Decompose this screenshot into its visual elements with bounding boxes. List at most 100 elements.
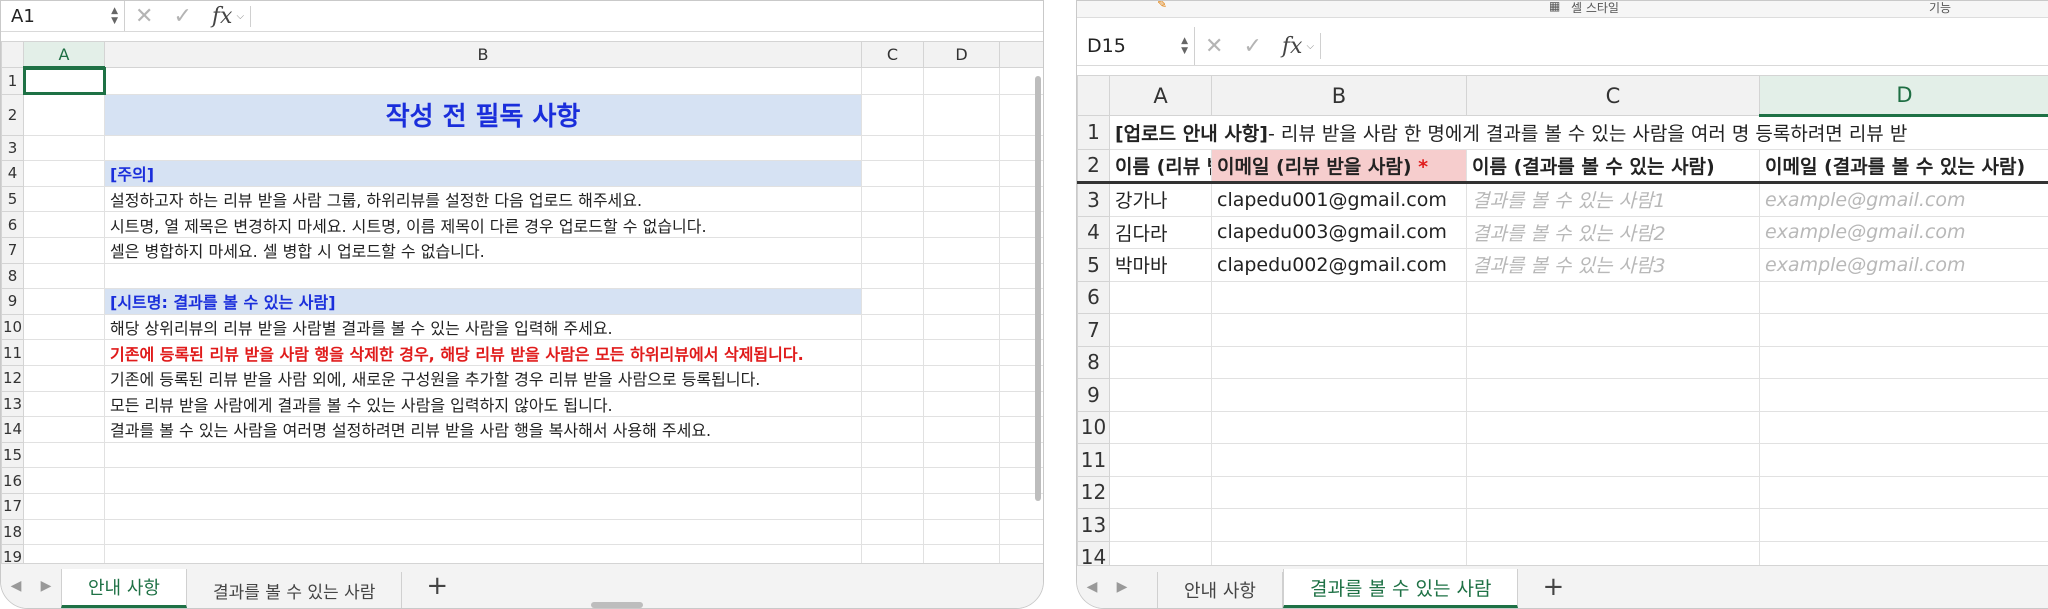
cell[interactable]	[23, 518, 105, 546]
row-header[interactable]: 1	[1, 67, 24, 95]
tab-viewers[interactable]: 결과를 볼 수 있는 사람	[1282, 569, 1519, 608]
chevron-down-icon[interactable]: ⌵	[1306, 41, 1314, 52]
cell[interactable]	[1211, 378, 1467, 412]
select-all-corner[interactable]	[1077, 75, 1110, 116]
formula-input[interactable]	[250, 5, 1043, 27]
cell[interactable]	[861, 236, 924, 264]
cell[interactable]	[861, 339, 924, 366]
row-header[interactable]: 1	[1077, 115, 1110, 150]
viewer-name-cell[interactable]: 결과를 볼 수 있는 사람2	[1466, 215, 1760, 249]
cell[interactable]	[923, 93, 1000, 136]
cell[interactable]	[104, 467, 862, 494]
row-header[interactable]: 4	[1, 160, 24, 187]
instruction-cell[interactable]: 해당 상위리뷰의 리뷰 받을 사람별 결과를 볼 수 있는 사람을 입력해 주세…	[104, 313, 862, 341]
tab-guide[interactable]: 안내 사항	[61, 569, 187, 608]
row-header[interactable]: 8	[1077, 345, 1110, 379]
header-reviewee-name[interactable]: 이름 (리뷰 받을 사람)	[1109, 148, 1212, 184]
instruction-cell[interactable]: 셀은 병합하지 마세요. 셀 병합 시 업로드할 수 없습니다.	[104, 236, 862, 264]
row-header[interactable]: 5	[1077, 248, 1110, 282]
tab-viewers[interactable]: 결과를 볼 수 있는 사람	[187, 572, 403, 608]
cell[interactable]	[1466, 508, 1760, 542]
column-header-d[interactable]: D	[923, 41, 1000, 68]
insert-function-icon[interactable]: fx	[212, 4, 233, 29]
cell[interactable]	[861, 93, 924, 136]
cell[interactable]	[1211, 280, 1467, 314]
reviewee-name-cell[interactable]: 강가나	[1109, 182, 1212, 217]
cell[interactable]	[861, 67, 924, 95]
cell[interactable]	[861, 134, 924, 162]
cell-styles-label[interactable]: 셀 스타일	[1571, 1, 1619, 16]
viewer-name-cell[interactable]: 결과를 볼 수 있는 사람3	[1466, 248, 1760, 282]
cell[interactable]	[861, 416, 924, 443]
viewer-email-cell[interactable]: example@gmail.com	[1759, 215, 2048, 249]
cell[interactable]	[923, 185, 1000, 213]
name-box[interactable]: A1 ▲ ▼	[1, 1, 125, 31]
cell[interactable]	[1759, 378, 2048, 412]
cell-styles-icon[interactable]: ▦	[1549, 1, 1560, 13]
instruction-cell[interactable]: 설정하고자 하는 리뷰 받을 사람 그룹, 하위리뷰를 설정한 다음 업로드 해…	[104, 185, 862, 213]
row-header[interactable]: 11	[1077, 443, 1110, 477]
cell[interactable]	[923, 288, 1000, 315]
cell[interactable]	[1109, 345, 1212, 379]
row-header[interactable]: 7	[1, 236, 24, 264]
row-header[interactable]: 10	[1, 313, 24, 341]
row-header[interactable]: 15	[1, 441, 24, 469]
section-heading-sheet[interactable]: [시트명: 결과를 볼 수 있는 사람]	[104, 288, 862, 315]
cell[interactable]	[23, 492, 105, 520]
cell[interactable]	[1759, 313, 2048, 347]
viewer-name-cell[interactable]: 결과를 볼 수 있는 사람1	[1466, 182, 1760, 217]
row-header[interactable]: 16	[1, 467, 24, 494]
cell[interactable]	[923, 467, 1000, 494]
cell[interactable]	[1759, 443, 2048, 477]
cell[interactable]	[23, 416, 105, 443]
row-header[interactable]: 6	[1077, 280, 1110, 314]
cancel-icon[interactable]: ✕	[1205, 34, 1223, 59]
column-header-b[interactable]: B	[1211, 75, 1467, 116]
cell[interactable]	[861, 288, 924, 315]
cell[interactable]	[861, 441, 924, 469]
cancel-icon[interactable]: ✕	[135, 4, 153, 29]
instruction-cell[interactable]: 모든 리뷰 받을 사람에게 결과를 볼 수 있는 사람을 입력하지 않아도 됩니…	[104, 390, 862, 418]
cell[interactable]	[1466, 410, 1760, 444]
cell[interactable]	[1759, 508, 2048, 542]
cell[interactable]	[1109, 378, 1212, 412]
header-viewer-name[interactable]: 이름 (결과를 볼 수 있는 사람)	[1466, 148, 1760, 184]
active-cell-a1[interactable]	[22, 66, 106, 96]
cell[interactable]	[923, 236, 1000, 264]
cell[interactable]	[23, 134, 105, 162]
row-header[interactable]: 7	[1077, 313, 1110, 347]
cell[interactable]	[923, 416, 1000, 443]
cell[interactable]	[23, 93, 105, 136]
select-all-corner[interactable]	[1, 41, 24, 68]
row-header[interactable]: 9	[1, 288, 24, 315]
row-header[interactable]: 13	[1, 390, 24, 418]
add-sheet-button[interactable]: +	[1518, 572, 1588, 602]
cell[interactable]	[1211, 345, 1467, 379]
reviewee-email-cell[interactable]: clapedu002@gmail.com	[1211, 248, 1467, 282]
cell[interactable]	[923, 492, 1000, 520]
cell[interactable]	[1109, 475, 1212, 509]
cell[interactable]	[104, 441, 862, 469]
cell[interactable]	[104, 518, 862, 546]
header-reviewee-email[interactable]: 이메일 (리뷰 받을 사람) *	[1211, 148, 1467, 184]
cell[interactable]	[1759, 475, 2048, 509]
cell[interactable]	[923, 160, 1000, 187]
cell[interactable]	[861, 390, 924, 418]
reviewee-email-cell[interactable]: clapedu001@gmail.com	[1211, 182, 1467, 217]
name-box-spinner-icon[interactable]: ▲ ▼	[111, 6, 118, 26]
prev-sheet-arrow-icon[interactable]: ◀	[1, 578, 31, 594]
column-header-a[interactable]: A	[23, 41, 105, 69]
cell[interactable]	[923, 211, 1000, 238]
cell[interactable]	[1109, 443, 1212, 477]
upload-notice-cell[interactable]: [업로드 안내 사항]- 리뷰 받을 사람 한 명에게 결과를 볼 수 있는 사…	[1109, 115, 2048, 150]
cell[interactable]	[923, 67, 1000, 95]
cell[interactable]	[23, 288, 105, 315]
reviewee-name-cell[interactable]: 김다라	[1109, 215, 1212, 249]
instruction-cell[interactable]: 기존에 등록된 리뷰 받을 사람 외에, 새로운 구성원을 추가할 경우 리뷰 …	[104, 364, 862, 392]
cell[interactable]	[1466, 280, 1760, 314]
cell[interactable]	[1759, 280, 2048, 314]
cell[interactable]	[861, 211, 924, 238]
row-header[interactable]: 10	[1077, 410, 1110, 444]
cell[interactable]	[1466, 475, 1760, 509]
cell[interactable]	[923, 339, 1000, 366]
